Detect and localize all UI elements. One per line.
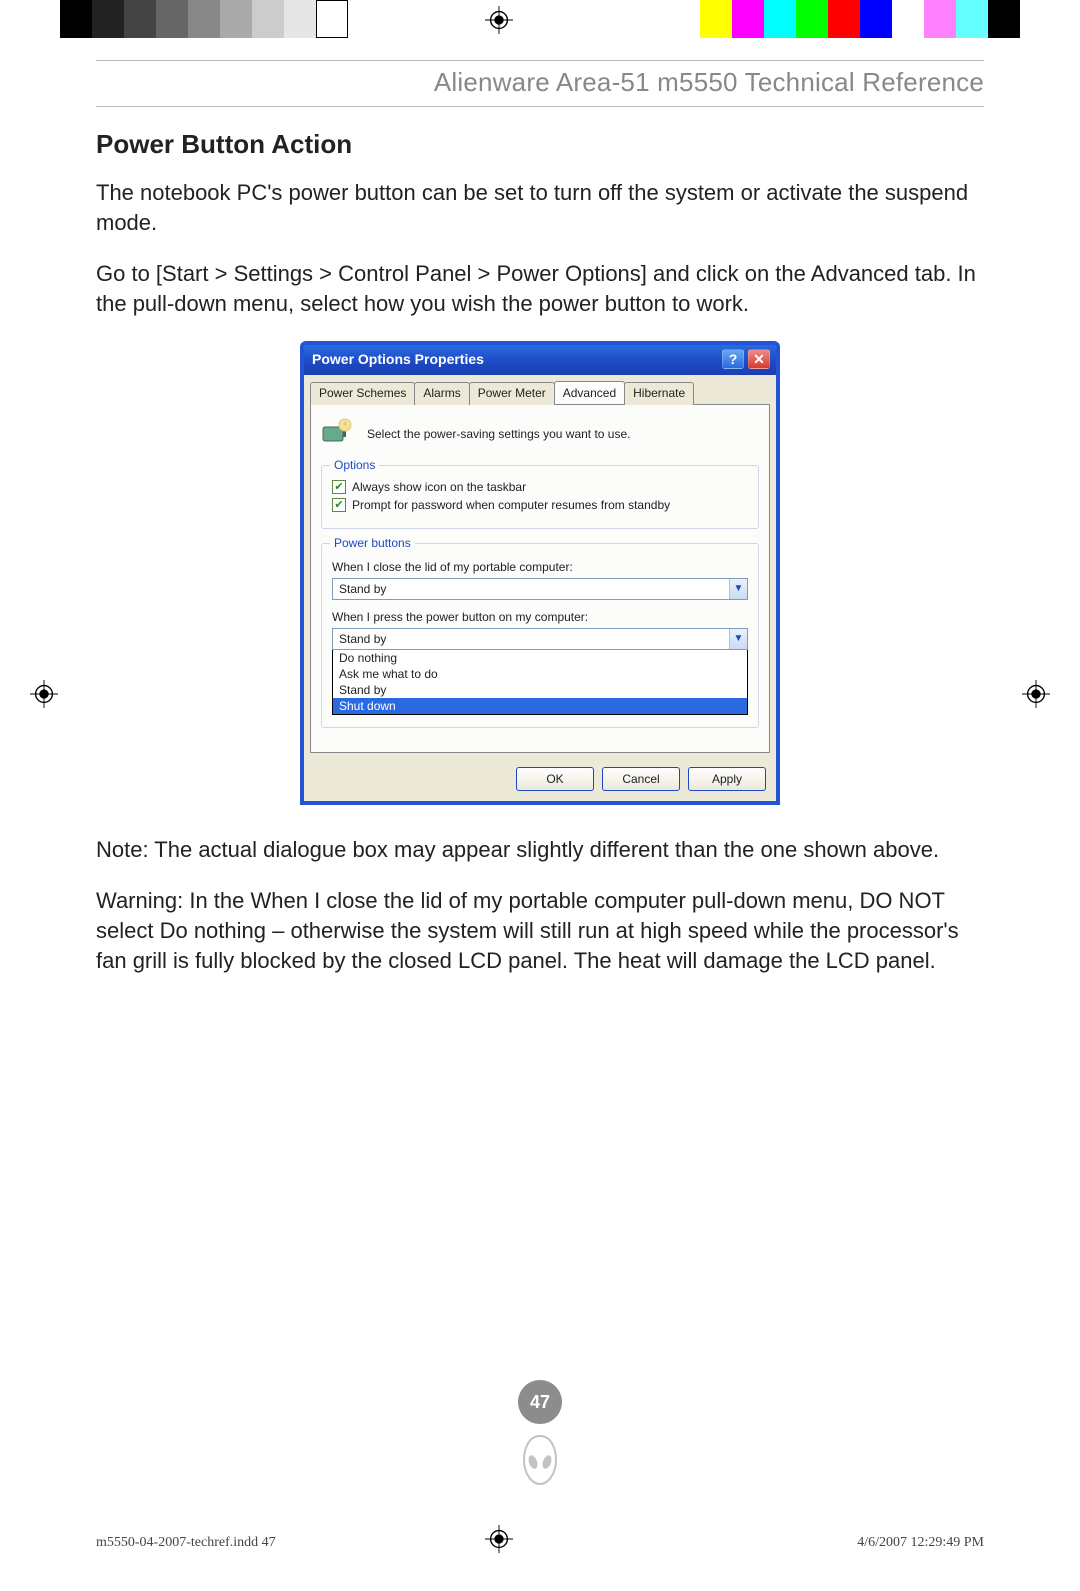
dropdown-option-selected[interactable]: Shut down (333, 698, 747, 714)
page-content: Alienware Area-51 m5550 Technical Refere… (96, 60, 984, 1471)
paragraph-warning: Warning: In the When I close the lid of … (96, 886, 984, 975)
options-legend: Options (330, 458, 379, 472)
color-swatches (700, 0, 1020, 38)
panel-intro: Select the power-saving settings you wan… (367, 427, 630, 441)
dialog-titlebar[interactable]: Power Options Properties ? ✕ (304, 345, 776, 375)
power-button-combo[interactable]: Stand by ▼ (332, 628, 748, 650)
battery-icon (321, 417, 355, 451)
section-title: Power Button Action (96, 129, 984, 160)
lid-close-value: Stand by (333, 582, 729, 596)
registration-mark-icon (1022, 680, 1050, 708)
cancel-button[interactable]: Cancel (602, 767, 680, 791)
lid-close-combo[interactable]: Stand by ▼ (332, 578, 748, 600)
page-number: 47 (518, 1380, 562, 1424)
tab-advanced[interactable]: Advanced (554, 381, 625, 404)
apply-button[interactable]: Apply (688, 767, 766, 791)
tab-alarms[interactable]: Alarms (414, 382, 469, 405)
checkbox-label: Prompt for password when computer resume… (352, 498, 670, 512)
dropdown-option[interactable]: Ask me what to do (333, 666, 747, 682)
registration-mark-icon (485, 6, 513, 34)
tab-power-meter[interactable]: Power Meter (469, 382, 555, 405)
power-button-label: When I press the power button on my comp… (332, 610, 748, 624)
power-button-value: Stand by (333, 632, 729, 646)
page-header: Alienware Area-51 m5550 Technical Refere… (96, 61, 984, 107)
ok-button[interactable]: OK (516, 767, 594, 791)
tab-power-schemes[interactable]: Power Schemes (310, 382, 415, 405)
page-badge: 47 (518, 1380, 562, 1491)
power-buttons-legend: Power buttons (330, 536, 415, 550)
options-fieldset: Options ✔ Always show icon on the taskba… (321, 465, 759, 529)
footer-filename: m5550-04-2007-techref.indd 47 (96, 1535, 276, 1551)
page-footer: m5550-04-2007-techref.indd 47 4/6/2007 1… (96, 1535, 984, 1551)
chevron-down-icon[interactable]: ▼ (729, 579, 747, 599)
power-button-dropdown[interactable]: Do nothing Ask me what to do Stand by Sh… (332, 650, 748, 715)
tab-panel-advanced: Select the power-saving settings you wan… (310, 404, 770, 753)
alienware-logo-icon (520, 1434, 560, 1491)
dialog-title: Power Options Properties (312, 351, 718, 367)
tab-hibernate[interactable]: Hibernate (624, 382, 694, 405)
dropdown-option[interactable]: Do nothing (333, 650, 747, 666)
close-button[interactable]: ✕ (748, 349, 770, 369)
tab-strip: Power Schemes Alarms Power Meter Advance… (304, 375, 776, 404)
paragraph-intro: The notebook PC's power button can be se… (96, 178, 984, 237)
registration-mark-icon (30, 680, 58, 708)
checkbox-show-icon[interactable]: ✔ (332, 480, 346, 494)
lid-close-label: When I close the lid of my portable comp… (332, 560, 748, 574)
dropdown-option[interactable]: Stand by (333, 682, 747, 698)
checkbox-prompt-password[interactable]: ✔ (332, 498, 346, 512)
footer-timestamp: 4/6/2007 12:29:49 PM (857, 1535, 984, 1551)
gray-swatches (60, 0, 348, 38)
paragraph-note: Note: The actual dialogue box may appear… (96, 835, 984, 865)
checkbox-label: Always show icon on the taskbar (352, 480, 526, 494)
paragraph-instructions: Go to [Start > Settings > Control Panel … (96, 259, 984, 318)
power-options-dialog: Power Options Properties ? ✕ Power Schem… (300, 341, 780, 805)
help-button[interactable]: ? (722, 349, 744, 369)
printer-color-bars (0, 0, 1080, 38)
power-buttons-fieldset: Power buttons When I close the lid of my… (321, 543, 759, 728)
chevron-down-icon[interactable]: ▼ (729, 629, 747, 649)
